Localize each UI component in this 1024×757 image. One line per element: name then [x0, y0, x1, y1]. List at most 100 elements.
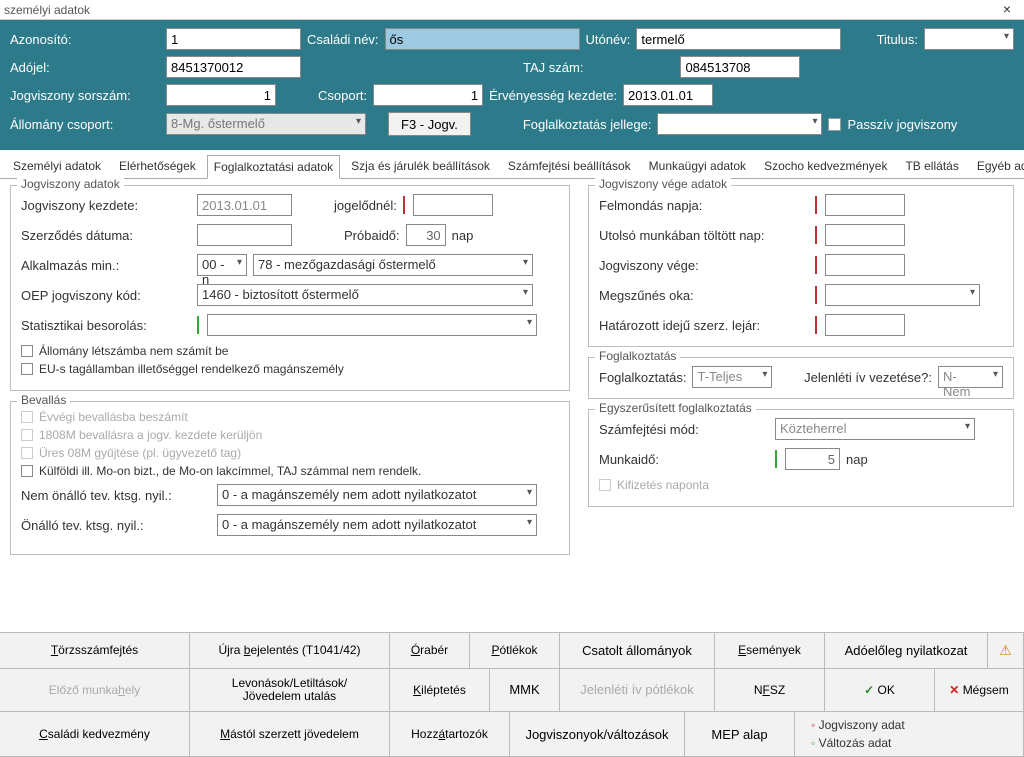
- btn-adoeloleg[interactable]: Adóelőleg nyilatkozat: [825, 633, 988, 669]
- select-fogljellege[interactable]: [657, 113, 822, 135]
- tab-szocho[interactable]: Szocho kedvezmények: [757, 154, 894, 178]
- label-titulus: Titulus:: [877, 32, 918, 47]
- btn-oraber[interactable]: Órabér: [390, 633, 470, 669]
- input-kezdet[interactable]: [197, 194, 292, 216]
- btn-f3-jogv[interactable]: F3 - Jogv.: [388, 112, 471, 136]
- main-area: Jogviszony adatok Jogviszony kezdete: jo…: [0, 179, 1024, 571]
- btn-kileptetes[interactable]: Kiléptetés: [390, 669, 490, 712]
- label-jogvsorszam: Jogviszony sorszám:: [10, 88, 160, 103]
- warning-icon: ⚠: [999, 642, 1012, 659]
- divider-red: [815, 196, 817, 214]
- label-megszunes: Megszűnés oka:: [599, 288, 809, 303]
- input-utonev[interactable]: [636, 28, 841, 50]
- tab-szja[interactable]: Szja és járulék beállítások: [344, 154, 497, 178]
- input-csoport[interactable]: [373, 84, 483, 106]
- input-utolso[interactable]: [825, 224, 905, 246]
- select-alkmin-b[interactable]: 78 - mezőgazdasági őstermelő: [253, 254, 533, 276]
- btn-esemenyek[interactable]: Események: [715, 633, 825, 669]
- select-alkmin-a[interactable]: 00 - n: [197, 254, 247, 276]
- select-titulus[interactable]: [924, 28, 1014, 50]
- input-szerzodes[interactable]: [197, 224, 292, 246]
- input-jogvege[interactable]: [825, 254, 905, 276]
- label-jogv-adat: Jogviszony adat: [819, 718, 905, 732]
- legend-foglalkoztatas: Foglalkoztatás: [595, 349, 680, 363]
- tab-tbellatas[interactable]: TB ellátás: [898, 154, 965, 178]
- label-oep: OEP jogviszony kód:: [21, 288, 191, 303]
- input-jogvsorszam[interactable]: [166, 84, 276, 106]
- btn-potlekok[interactable]: Pótlékok: [470, 633, 560, 669]
- select-stat[interactable]: [207, 314, 537, 336]
- select-fogl[interactable]: T-Teljes: [692, 366, 772, 388]
- input-hataroz[interactable]: [825, 314, 905, 336]
- tab-foglalkoztatasi[interactable]: Foglalkoztatási adatok: [207, 155, 340, 179]
- divider-red: [815, 256, 817, 274]
- select-allomany[interactable]: 8-Mg. őstermelő: [166, 113, 366, 135]
- btn-csatolt[interactable]: Csatolt állományok: [560, 633, 715, 669]
- checkbox-kulfoldi[interactable]: [21, 465, 33, 477]
- btn-warning-icon[interactable]: ⚠: [988, 633, 1024, 669]
- label-ures08m: Üres 08M gyűjtése (pl. ügyvezető tag): [39, 446, 241, 460]
- tab-szamfejtesi[interactable]: Számfejtési beállítások: [501, 154, 638, 178]
- label-fogl: Foglalkoztatás:: [599, 370, 686, 385]
- group-jogv-vege: Jogviszony vége adatok Felmondás napja: …: [588, 185, 1014, 347]
- group-egyszerusitett: Egyszerűsített foglalkoztatás Számfejtés…: [588, 409, 1014, 507]
- label-nemon: Nem önálló tev. ktsg. nyil.:: [21, 488, 211, 503]
- input-taj[interactable]: [680, 56, 800, 78]
- checkbox-passziv[interactable]: [828, 118, 841, 131]
- label-kulfoldi: Külföldi ill. Mo-on bizt., de Mo-on lakc…: [39, 464, 421, 478]
- tab-szemelyi[interactable]: Személyi adatok: [6, 154, 108, 178]
- input-csaladi[interactable]: [385, 28, 580, 50]
- tab-munkaugyi[interactable]: Munkaügyi adatok: [642, 154, 753, 178]
- close-icon[interactable]: ×: [994, 1, 1020, 19]
- input-probaido[interactable]: [406, 224, 446, 246]
- select-megszunes[interactable]: [825, 284, 980, 306]
- btn-nfsz[interactable]: NFSZ: [715, 669, 825, 712]
- input-felmondas[interactable]: [825, 194, 905, 216]
- btn-jogvaltozasok[interactable]: Jogviszonyok/változások: [510, 712, 685, 757]
- label-hataroz: Határozott idejű szerz. lejár:: [599, 318, 809, 333]
- input-munkaido[interactable]: [785, 448, 840, 470]
- label-valtozas-adat: Változás adat: [819, 736, 892, 750]
- btn-ok[interactable]: ✓ OK: [825, 669, 935, 712]
- label-on: Önálló tev. ktsg. nyil.:: [21, 518, 211, 533]
- label-kezdet: Jogviszony kezdete:: [21, 198, 191, 213]
- divider-red: [815, 286, 817, 304]
- select-szamfmod[interactable]: Közteherrel: [775, 418, 975, 440]
- label-alkmin: Alkalmazás min.:: [21, 258, 191, 273]
- group-jogviszony: Jogviszony adatok Jogviszony kezdete: jo…: [10, 185, 570, 391]
- label-csaladi: Családi név:: [307, 32, 379, 47]
- group-foglalkoztatas: Foglalkoztatás Foglalkoztatás: T-Teljes …: [588, 357, 1014, 399]
- label-probaido: Próbaidő:: [344, 228, 400, 243]
- tabs: Személyi adatok Elérhetőségek Foglalkozt…: [0, 150, 1024, 179]
- tab-elerhetosegek[interactable]: Elérhetőségek: [112, 154, 203, 178]
- checkbox-1808m: [21, 429, 33, 441]
- checkbox-allomany-letszam[interactable]: [21, 345, 33, 357]
- input-azonosito[interactable]: [166, 28, 301, 50]
- label-1808m: 1808M bevallásra a jogv. kezdete kerüljö…: [39, 428, 262, 442]
- dot-green-icon: ◦: [811, 736, 815, 750]
- select-oep[interactable]: 1460 - biztosított őstermelő: [197, 284, 533, 306]
- checkbox-ures08m: [21, 447, 33, 459]
- select-on[interactable]: 0 - a magánszemély nem adott nyilatkozat…: [217, 514, 537, 536]
- btn-jelenleti-potlekok: Jelenléti ív pótlékok: [560, 669, 715, 712]
- input-jogelodnel[interactable]: [413, 194, 493, 216]
- btn-csaladi-kedv[interactable]: Családi kedvezmény: [0, 712, 190, 757]
- btn-hozzatartozok[interactable]: Hozzátartozók: [390, 712, 510, 757]
- label-allomany: Állomány csoport:: [10, 117, 160, 132]
- divider-green: [775, 450, 777, 468]
- tab-egyeb[interactable]: Egyéb adatok: [970, 154, 1024, 178]
- input-ervkezdete[interactable]: [623, 84, 713, 106]
- btn-mastol[interactable]: Mástól szerzett jövedelem: [190, 712, 390, 757]
- divider-red: [403, 196, 405, 214]
- btn-levonasok[interactable]: Levonások/Letiltások/Jövedelem utalás: [190, 669, 390, 712]
- checkbox-kifizetes: [599, 479, 611, 491]
- btn-torzsszamfejtes[interactable]: Törzsszámfejtés: [0, 633, 190, 669]
- select-jelenleti[interactable]: N-Nem: [938, 366, 1003, 388]
- btn-mmk[interactable]: MMK: [490, 669, 560, 712]
- select-nemon[interactable]: 0 - a magánszemély nem adott nyilatkozat…: [217, 484, 537, 506]
- input-adojel[interactable]: [166, 56, 301, 78]
- checkbox-eu-tagallam[interactable]: [21, 363, 33, 375]
- btn-ujra-bejelentes[interactable]: Újra bejelentés (T1041/42): [190, 633, 390, 669]
- btn-mepalap[interactable]: MEP alap: [685, 712, 795, 757]
- btn-megsem[interactable]: ✕ Mégsem: [935, 669, 1024, 712]
